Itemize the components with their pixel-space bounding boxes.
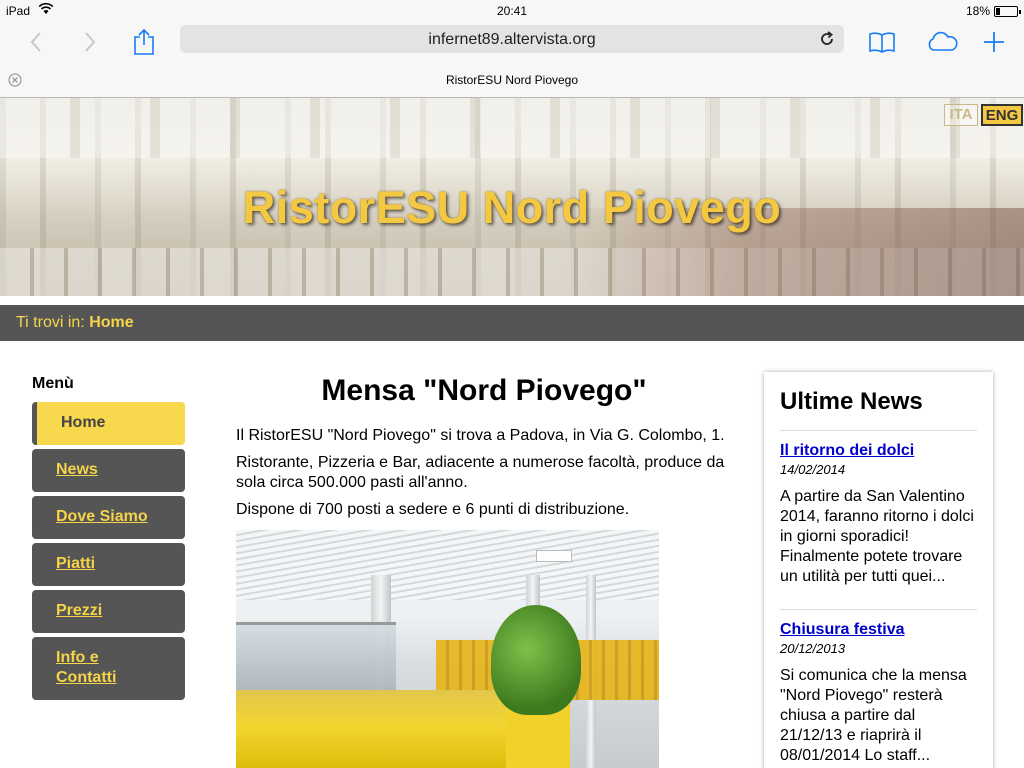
menu-item-dove-siamo[interactable]: Dove Siamo — [32, 496, 185, 539]
battery-fill — [996, 8, 1000, 15]
news-item-date: 20/12/2013 — [780, 641, 846, 656]
intro-paragraph-capacity: Dispone di 700 posti a sedere e 6 punti … — [236, 501, 630, 518]
news-item-title[interactable]: Chiusura festiva — [780, 620, 977, 640]
breadcrumb-current[interactable]: Home — [89, 314, 133, 331]
news-item-body: A partire da San Valentino 2014, faranno… — [780, 488, 974, 585]
news-item-date: 14/02/2014 — [780, 462, 846, 477]
header-banner: RistorESU Nord Piovego ITA ENG — [0, 98, 1024, 296]
share-icon[interactable] — [128, 26, 160, 58]
address-bar[interactable]: infernet89.altervista.org — [180, 25, 844, 53]
menu-item-piatti[interactable]: Piatti — [32, 543, 185, 586]
reload-icon[interactable] — [816, 28, 838, 50]
new-tab-icon[interactable] — [978, 26, 1010, 58]
back-icon[interactable] — [20, 26, 52, 58]
battery-percentage: 18% — [965, 4, 990, 18]
clock: 20:41 — [496, 4, 528, 18]
language-eng-button[interactable]: ENG — [981, 104, 1023, 126]
main-content: Mensa "Nord Piovego" Il RistorESU "Nord … — [236, 374, 736, 768]
url-text: infernet89.altervista.org — [428, 31, 596, 48]
menu-item-prezzi[interactable]: Prezzi — [32, 590, 185, 633]
tab-title[interactable]: RistorESU Nord Piovego — [0, 73, 1024, 87]
side-menu: Menù Home News Dove Siamo Piatti Prezzi … — [32, 375, 185, 704]
news-item-title[interactable]: Il ritorno dei dolci — [780, 441, 977, 461]
banner-ceiling-decoration — [0, 98, 1024, 158]
menu-item-news[interactable]: News — [32, 449, 185, 492]
news-sidebar: Ultime News Il ritorno dei dolci 14/02/2… — [764, 372, 993, 768]
site-title: RistorESU Nord Piovego — [242, 182, 782, 233]
forward-icon[interactable] — [74, 26, 106, 58]
tab-strip: RistorESU Nord Piovego — [0, 62, 1024, 98]
breadcrumb: Ti trovi in: Home — [0, 305, 1024, 341]
intro-paragraph-services: Ristorante, Pizzeria e Bar, adiacente a … — [236, 454, 725, 491]
battery-icon — [994, 6, 1021, 17]
battery-nub — [1019, 10, 1021, 14]
news-item: Chiusura festiva 20/12/2013 Si comunica … — [780, 609, 977, 766]
page-heading: Mensa "Nord Piovego" — [321, 374, 647, 407]
news-item-body: Si comunica che la mensa "Nord Piovego" … — [780, 667, 967, 764]
menu-title: Menù — [32, 375, 74, 392]
photo-ceiling-light — [536, 550, 572, 562]
bookmarks-icon[interactable] — [866, 26, 898, 58]
photo-display-case — [236, 622, 396, 692]
menu-item-info-contatti[interactable]: Info e Contatti — [32, 637, 185, 700]
breadcrumb-prefix: Ti trovi in: — [16, 314, 85, 331]
photo-plant — [491, 605, 581, 715]
icloud-tabs-icon[interactable] — [922, 26, 962, 58]
intro-paragraph-location: Il RistorESU "Nord Piovego" si trova a P… — [236, 427, 725, 444]
web-page: RistorESU Nord Piovego ITA ENG Ti trovi … — [0, 98, 1024, 768]
status-bar: iPad 20:41 18% — [0, 0, 1024, 22]
canteen-photo — [236, 530, 659, 768]
news-heading: Ultime News — [780, 388, 977, 431]
news-item: Il ritorno dei dolci 14/02/2014 A partir… — [780, 441, 977, 587]
browser-toolbar: infernet89.altervista.org — [0, 22, 1024, 62]
menu-item-home[interactable]: Home — [32, 402, 185, 445]
language-ita-button[interactable]: ITA — [944, 104, 978, 126]
